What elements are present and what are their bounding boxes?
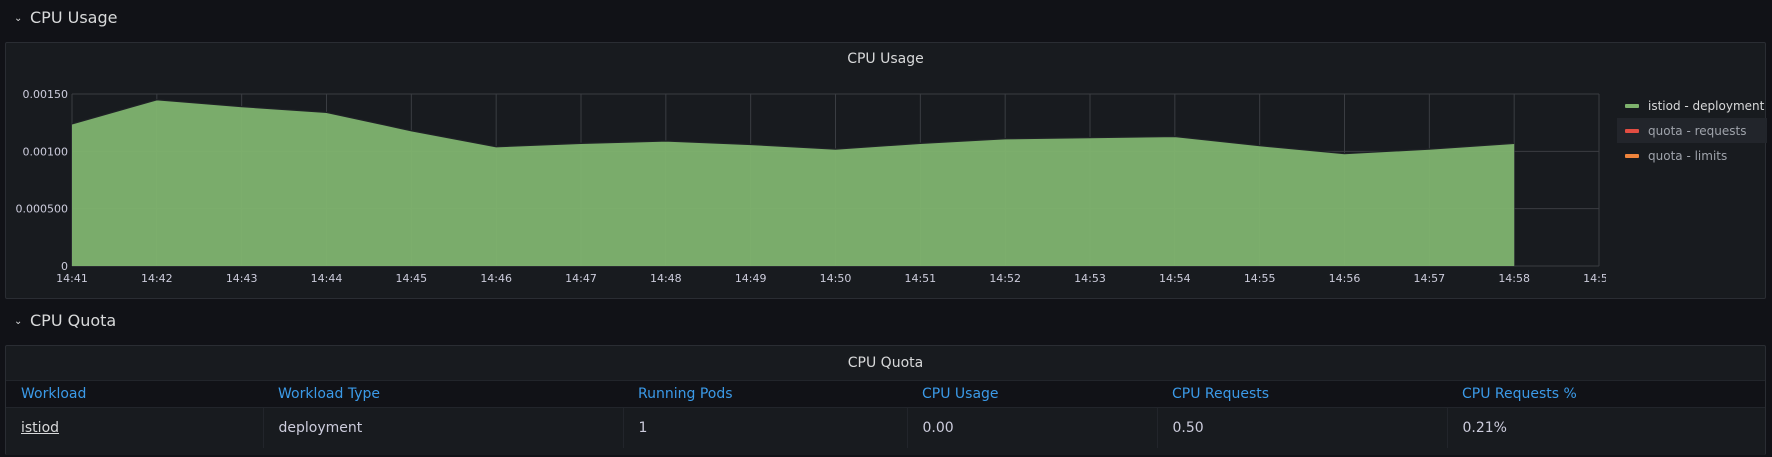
table-cell: 0.50 (1157, 407, 1448, 448)
x-tick-label: 14:59 (1583, 272, 1606, 285)
table-header-row: Workload Workload Type Running Pods CPU … (6, 381, 1765, 408)
legend-item-quota-limits[interactable]: quota - limits (1617, 143, 1767, 168)
y-tick-label: 0.00150 (23, 88, 69, 101)
x-tick-label: 14:47 (565, 272, 597, 285)
table-cell-workload: istiod (6, 407, 264, 448)
x-tick-label: 14:51 (904, 272, 936, 285)
x-tick-label: 14:53 (1074, 272, 1106, 285)
workload-link[interactable]: istiod (21, 420, 59, 436)
column-header-running-pods[interactable]: Running Pods (623, 381, 907, 408)
cpu-quota-panel: CPU Quota Workload Workload Type Running… (5, 345, 1766, 455)
column-header-cpu-requests-pct[interactable]: CPU Requests % (1447, 381, 1765, 408)
x-tick-label: 14:48 (650, 272, 682, 285)
cpu-usage-panel: CPU Usage 0 0.000500 0.00100 0.00150 14:41 14… (5, 42, 1767, 300)
x-tick-label: 14:58 (1498, 272, 1530, 285)
y-tick-label: 0.000500 (16, 203, 69, 216)
x-tick-label: 14:42 (141, 272, 173, 285)
legend-swatch (1625, 103, 1639, 108)
chevron-down-icon: ⌄ (14, 315, 23, 327)
column-header-cpu-requests[interactable]: CPU Requests (1157, 381, 1447, 408)
y-tick-label: 0.00100 (23, 145, 69, 158)
x-tick-label: 14:55 (1244, 272, 1276, 285)
chevron-down-icon: ⌄ (14, 12, 23, 24)
legend-label: quota - requests (1648, 123, 1747, 138)
x-tick-label: 14:43 (226, 272, 258, 285)
x-tick-label: 14:50 (820, 272, 852, 285)
x-tick-label: 14:44 (311, 272, 343, 285)
column-header-cpu-usage[interactable]: CPU Usage (907, 381, 1157, 408)
cpu-usage-chart[interactable]: 00.0005000.001000.0015014:41 14:42 14:43 14… (6, 43, 1607, 300)
row-title-label: CPU Usage (30, 7, 118, 27)
table-cell: 0.00 (907, 407, 1158, 448)
legend-label: istiod - deployment (1648, 98, 1765, 113)
legend-label: quota - limits (1648, 148, 1728, 163)
row-toggle-cpu-usage[interactable]: ⌄ CPU Usage (14, 4, 117, 30)
cpu-quota-table: Workload Workload Type Running Pods CPU … (6, 381, 1765, 448)
legend-item-quota-requests[interactable]: quota - requests (1617, 118, 1767, 143)
row-toggle-cpu-quota[interactable]: ⌄ CPU Quota (14, 307, 116, 333)
column-header-workload-type[interactable]: Workload Type (263, 381, 623, 408)
x-tick-label: 14:52 (989, 272, 1021, 285)
legend-swatch (1625, 128, 1639, 133)
series-area-istiod (72, 99, 1515, 266)
panel-title[interactable]: CPU Quota (6, 346, 1765, 381)
chart-legend: istiod - deployment quota - requests quo… (1617, 93, 1767, 168)
table-row: istiod deployment 1 0.00 0.50 0.21% (6, 407, 1765, 448)
x-tick-label: 14:57 (1413, 272, 1445, 285)
x-tick-label: 14:45 (395, 272, 427, 285)
x-tick-label: 14:56 (1329, 272, 1361, 285)
x-tick-label: 14:46 (480, 272, 512, 285)
table-cell: 0.21% (1447, 407, 1765, 448)
x-tick-label: 14:41 (56, 272, 88, 285)
table-cell: 1 (623, 407, 908, 448)
table-cell: deployment (263, 407, 624, 448)
column-header-workload[interactable]: Workload (6, 381, 263, 408)
x-tick-label: 14:54 (1159, 272, 1191, 285)
legend-swatch (1625, 153, 1639, 158)
row-title-label: CPU Quota (30, 310, 117, 330)
x-tick-label: 14:49 (735, 272, 767, 285)
legend-item-istiod[interactable]: istiod - deployment (1617, 93, 1767, 118)
